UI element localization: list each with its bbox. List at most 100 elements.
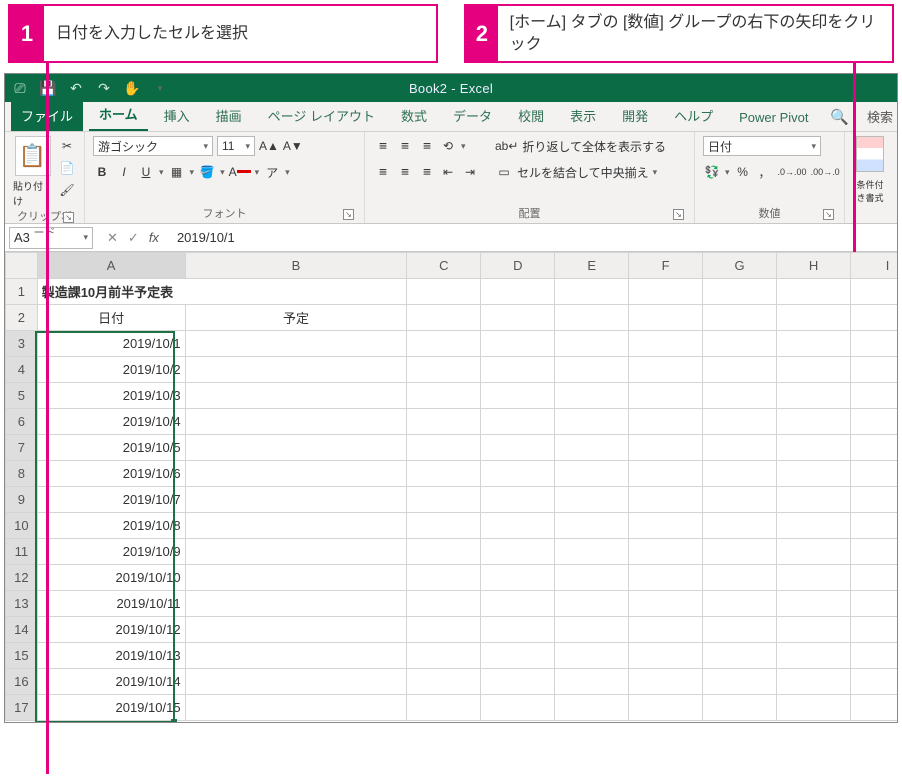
redo-icon[interactable]: ↷ — [95, 79, 113, 97]
row-header-3[interactable]: 3 — [6, 331, 38, 357]
row-header-2[interactable]: 2 — [6, 305, 38, 331]
cell-A15[interactable]: 2019/10/13 — [37, 643, 185, 669]
cut-icon[interactable]: ✂ — [58, 136, 76, 156]
increase-indent-icon[interactable]: ⇥ — [461, 162, 479, 182]
tab-data[interactable]: データ — [443, 100, 502, 131]
row-header-14[interactable]: 14 — [6, 617, 38, 643]
fill-color-icon[interactable]: 🪣 — [198, 162, 216, 182]
tab-developer[interactable]: 開発 — [612, 100, 658, 131]
tab-home[interactable]: ホーム — [89, 98, 148, 131]
increase-font-icon[interactable]: A▲ — [259, 136, 279, 156]
cell-A14[interactable]: 2019/10/12 — [37, 617, 185, 643]
comma-format-button[interactable]: ， — [756, 162, 774, 182]
row-header-12[interactable]: 12 — [6, 565, 38, 591]
row-header-1[interactable]: 1 — [6, 279, 38, 305]
row-header-11[interactable]: 11 — [6, 539, 38, 565]
col-header-F[interactable]: F — [629, 253, 703, 279]
cell-A3[interactable]: 2019/10/1 — [37, 331, 185, 357]
cell-A6[interactable]: 2019/10/4 — [37, 409, 185, 435]
col-header-E[interactable]: E — [555, 253, 629, 279]
italic-button[interactable]: I — [115, 162, 133, 182]
row-header-13[interactable]: 13 — [6, 591, 38, 617]
row-header-4[interactable]: 4 — [6, 357, 38, 383]
cell-A5[interactable]: 2019/10/3 — [37, 383, 185, 409]
search-label[interactable]: 検索 — [867, 107, 893, 126]
tab-view[interactable]: 表示 — [560, 100, 606, 131]
tab-formulas[interactable]: 数式 — [391, 100, 437, 131]
chevron-down-icon[interactable]: ▾ — [285, 167, 290, 178]
formula-input[interactable]: 2019/10/1 — [169, 230, 897, 245]
bold-button[interactable]: B — [93, 162, 111, 182]
copy-icon[interactable]: 📄 — [58, 158, 76, 178]
touch-mode-icon[interactable]: ✋ — [123, 79, 141, 97]
merge-cells-label[interactable]: セルを結合して中央揃え — [517, 164, 649, 181]
chevron-down-icon[interactable]: ▾ — [255, 167, 260, 178]
tab-insert[interactable]: 挿入 — [154, 100, 200, 131]
enter-formula-icon[interactable]: ✓ — [128, 230, 139, 246]
cancel-formula-icon[interactable]: ✕ — [107, 230, 118, 246]
number-format-select[interactable]: 日付▾ — [703, 136, 821, 156]
cell-A8[interactable]: 2019/10/6 — [37, 461, 185, 487]
tab-page-layout[interactable]: ページ レイアウト — [258, 100, 385, 131]
decrease-indent-icon[interactable]: ⇤ — [439, 162, 457, 182]
col-header-H[interactable]: H — [777, 253, 851, 279]
search-icon[interactable]: 🔍 — [830, 108, 849, 126]
tab-help[interactable]: ヘルプ — [664, 100, 723, 131]
chevron-down-icon[interactable]: ▾ — [725, 167, 730, 178]
font-color-icon[interactable]: A — [229, 162, 251, 182]
cell-A7[interactable]: 2019/10/5 — [37, 435, 185, 461]
cell-A2[interactable]: 日付 — [37, 305, 185, 331]
font-size-select[interactable]: 11▾ — [217, 136, 255, 156]
conditional-formatting-label[interactable]: 条件付き書式 — [853, 178, 887, 204]
cell-A1[interactable]: 製造課10月前半予定表 — [37, 279, 407, 305]
cell-A4[interactable]: 2019/10/2 — [37, 357, 185, 383]
row-header-8[interactable]: 8 — [6, 461, 38, 487]
tab-draw[interactable]: 描画 — [206, 100, 252, 131]
col-header-D[interactable]: D — [481, 253, 555, 279]
increase-decimal-icon[interactable]: .0→.00 — [778, 162, 807, 182]
chevron-down-icon[interactable]: ▾ — [159, 167, 164, 178]
alignment-launcher-icon[interactable]: ↘ — [673, 209, 684, 220]
col-header-C[interactable]: C — [407, 253, 481, 279]
wrap-text-label[interactable]: 折り返して全体を表示する — [522, 138, 666, 155]
row-header-9[interactable]: 9 — [6, 487, 38, 513]
number-launcher-icon[interactable]: ↘ — [823, 209, 834, 220]
decrease-decimal-icon[interactable]: .00→.0 — [811, 162, 840, 182]
align-left-icon[interactable]: ≡ — [373, 162, 391, 182]
font-launcher-icon[interactable]: ↘ — [343, 209, 354, 220]
phonetic-icon[interactable]: ア — [263, 162, 281, 182]
qat-customize-icon[interactable]: ▾ — [151, 79, 169, 97]
tab-review[interactable]: 校閲 — [508, 100, 554, 131]
cell-B2[interactable]: 予定 — [185, 305, 407, 331]
merge-cells-icon[interactable]: ▭ — [495, 162, 513, 182]
row-header-16[interactable]: 16 — [6, 669, 38, 695]
align-bottom-icon[interactable]: ≡ — [417, 136, 435, 156]
cell-A9[interactable]: 2019/10/7 — [37, 487, 185, 513]
col-header-I[interactable]: I — [851, 253, 898, 279]
align-right-icon[interactable]: ≡ — [417, 162, 435, 182]
clipboard-launcher-icon[interactable]: ↘ — [63, 212, 74, 223]
row-header-7[interactable]: 7 — [6, 435, 38, 461]
orientation-icon[interactable]: ⟲ — [439, 136, 457, 156]
row-header-5[interactable]: 5 — [6, 383, 38, 409]
percent-format-button[interactable]: % — [734, 162, 752, 182]
row-header-15[interactable]: 15 — [6, 643, 38, 669]
row-header-10[interactable]: 10 — [6, 513, 38, 539]
cell-A13[interactable]: 2019/10/11 — [37, 591, 185, 617]
row-header-17[interactable]: 17 — [6, 695, 38, 721]
col-header-A[interactable]: A — [37, 253, 185, 279]
row-header-6[interactable]: 6 — [6, 409, 38, 435]
conditional-formatting-icon[interactable] — [856, 136, 884, 172]
chevron-down-icon[interactable]: ▾ — [190, 167, 195, 178]
decrease-font-icon[interactable]: A▼ — [283, 136, 303, 156]
cell-A10[interactable]: 2019/10/8 — [37, 513, 185, 539]
align-center-icon[interactable]: ≡ — [395, 162, 413, 182]
align-top-icon[interactable]: ≡ — [373, 136, 391, 156]
cell-A16[interactable]: 2019/10/14 — [37, 669, 185, 695]
wrap-text-icon[interactable]: ab↵ — [495, 136, 518, 156]
col-header-G[interactable]: G — [703, 253, 777, 279]
tab-power-pivot[interactable]: Power Pivot — [729, 104, 818, 131]
cell-A17[interactable]: 2019/10/15 — [37, 695, 185, 721]
chevron-down-icon[interactable]: ▾ — [220, 167, 225, 178]
autosave-icon[interactable]: ⎚ — [11, 79, 29, 97]
